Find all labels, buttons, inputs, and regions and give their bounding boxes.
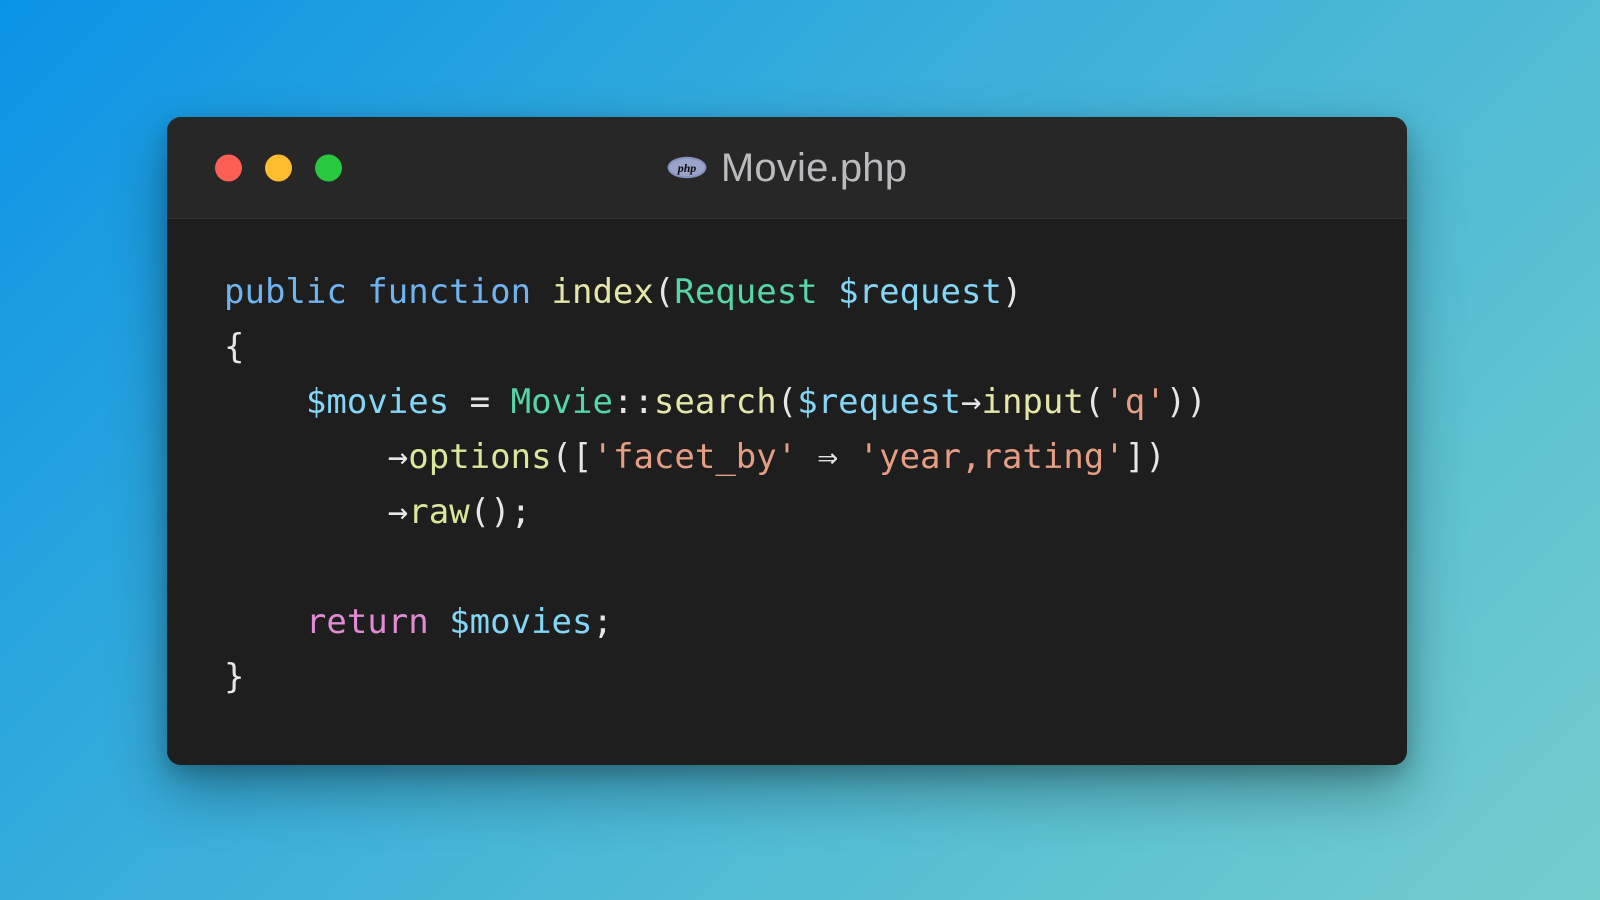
code-line: public function index(Request $request) [224, 265, 1367, 320]
window-titlebar: php Movie.php [167, 117, 1407, 219]
svg-text:php: php [677, 161, 697, 175]
code-token: $request [838, 272, 1002, 312]
code-token: :: [612, 382, 654, 422]
code-block: public function index(Request $request) … [167, 265, 1407, 705]
close-window-button[interactable] [215, 154, 242, 181]
screenshot-stage: php Movie.php public function index(Requ… [0, 0, 1600, 900]
code-token: $request [797, 382, 961, 422]
code-line: →options(['facet_by' ⇒ 'year,rating']) [224, 430, 1367, 485]
code-window: php Movie.php public function index(Requ… [167, 117, 1407, 765]
code-token: 'facet_by' [592, 437, 798, 477]
code-token: options [408, 437, 552, 477]
code-token: 'q' [1104, 382, 1166, 422]
code-line: $movies = Movie::search($request→input('… [224, 375, 1367, 430]
code-token: ) [1001, 272, 1023, 312]
window-title-text: Movie.php [720, 145, 908, 190]
traffic-light-controls [215, 154, 342, 181]
code-token: } [224, 657, 245, 697]
code-line: →raw(); [224, 485, 1367, 540]
code-token: search [653, 382, 777, 422]
code-token: Movie [510, 382, 613, 422]
code-token: ( [776, 382, 798, 422]
code-token: ([ [551, 437, 593, 477]
code-token: = [449, 382, 511, 422]
code-token: public function [224, 272, 552, 312]
window-title-group: php Movie.php [167, 148, 1407, 188]
code-token: $movies [305, 382, 450, 422]
code-line: { [224, 320, 1367, 375]
code-token: return [305, 602, 429, 642]
code-token: { [224, 327, 245, 367]
code-token: $movies [449, 602, 593, 642]
maximize-window-button[interactable] [315, 154, 342, 181]
code-editor-surface: public function index(Request $request) … [167, 219, 1407, 765]
minimize-window-button[interactable] [265, 154, 292, 181]
code-token: (); [469, 492, 532, 532]
code-token: Request [674, 272, 818, 312]
code-token: )) [1165, 382, 1207, 422]
code-token: ( [1083, 382, 1105, 422]
code-token: raw [408, 492, 470, 532]
code-line: } [224, 650, 1367, 705]
code-token: index [551, 272, 654, 312]
code-token: → [387, 437, 409, 477]
code-token: input [981, 382, 1084, 422]
code-line: return $movies; [224, 595, 1367, 650]
code-token: → [961, 382, 982, 422]
code-token: 'year,rating' [858, 437, 1125, 477]
code-token: ]) [1124, 437, 1166, 477]
code-token: ( [653, 272, 675, 312]
code-token: ⇒ [797, 437, 859, 477]
code-token: → [387, 492, 409, 532]
php-logo-icon: php [667, 156, 707, 179]
code-token: ; [592, 602, 613, 642]
